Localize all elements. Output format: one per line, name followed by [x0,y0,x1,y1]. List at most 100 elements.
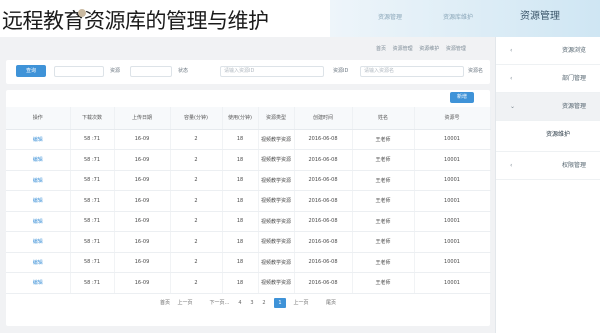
edit-link[interactable]: 编辑 [6,129,71,150]
breadcrumb-item[interactable]: 首页 [376,46,386,52]
table-cell: 16-09 [114,170,171,191]
table-cell: 16-09 [114,252,171,273]
page-number[interactable]: 2 [260,298,268,308]
last-page-link[interactable]: 尾页 [324,298,338,308]
header-tab-active[interactable]: 资源管理 [508,9,572,25]
table-cell: 10001 [414,190,491,212]
table-cell: 2016-06-08 [294,129,353,150]
sidebar-item-department[interactable]: 部门管理 ‹ [496,65,600,93]
table-row: 编辑 58 :71 16-09 2 18 视频教学资源 2016-06-08 王老师 10001 [6,211,491,232]
page-caption: 远程教育资源库的管理与维护 [2,9,269,33]
sidebar-item-browse[interactable]: 资源浏览 ‹ [496,37,600,65]
table-cell: 18 [222,149,259,171]
table-cell: 视频教学资源 [258,231,295,253]
table-cell: 58 :71 [70,252,115,273]
sidebar-item-permissions[interactable]: 权限管理 ‹ [496,152,600,180]
edit-link[interactable]: 编辑 [6,170,71,191]
column-header: 资源类型 [258,107,295,130]
table-cell: 2016-06-08 [294,252,353,273]
breadcrumb-item[interactable]: 资源管理 [393,46,413,52]
table-cell: 10001 [414,170,491,191]
table-cell: 王老师 [352,170,415,191]
table-header-row: 操作 下载次数 上传日期 容量(分钟) 使用(分钟) 资源类型 创建时间 姓名 … [6,107,491,130]
table-cell: 王老师 [352,252,415,273]
table-cell: 2016-06-08 [294,149,353,171]
table-cell: 18 [222,272,259,294]
table-cell: 18 [222,129,259,150]
table-cell: 2016-06-08 [294,211,353,232]
table-cell: 16-09 [114,129,171,150]
page-number-current[interactable]: 1 [274,298,286,308]
header-tab-maintenance[interactable]: 资源库维护 [428,12,488,24]
chevron-left-icon: ‹ [510,162,513,169]
table-row: 编辑 58 :71 16-09 2 18 视频教学资源 2016-06-08 王老师 10001 [6,170,491,191]
sidebar-item-label: 资源维护 [545,131,570,138]
table-row: 编辑 58 :71 16-09 2 18 视频教学资源 2016-06-08 王老师 10001 [6,129,491,150]
table-cell: 18 [222,231,259,253]
filter-input-1[interactable] [54,66,104,77]
table-cell: 10001 [414,231,491,253]
column-header: 上传日期 [114,107,171,130]
chevron-left-icon: ‹ [510,75,513,82]
edit-link[interactable]: 编辑 [6,252,71,273]
table-cell: 10001 [414,272,491,294]
page-number[interactable]: 3 [248,298,256,308]
table-cell: 18 [222,252,259,273]
page-number[interactable]: 4 [236,298,244,308]
table-cell: 58 :71 [70,190,115,212]
breadcrumb-item[interactable]: 资源维护 [419,46,439,52]
table-cell: 王老师 [352,149,415,171]
edit-link[interactable]: 编辑 [6,190,71,212]
query-button[interactable]: 查询 [16,65,46,77]
table-cell: 王老师 [352,211,415,232]
table-row: 编辑 58 :71 16-09 2 18 视频教学资源 2016-06-08 王老师 10001 [6,272,491,294]
column-header: 姓名 [352,107,415,130]
resource-id-field[interactable]: 请输入资源ID [220,66,324,77]
table-cell: 58 :71 [70,231,115,253]
table-cell: 16-09 [114,149,171,171]
sidebar-item-resources[interactable]: 资源管理 ⌄ [496,93,600,121]
filter-label: 资源名 [468,68,484,74]
table-cell: 2 [170,211,223,232]
breadcrumb-item: 资源管理 [445,46,466,52]
table-cell: 16-09 [114,231,171,253]
sidebar-subitem-maintenance[interactable]: 资源维护 [496,121,600,149]
table-cell: 2 [170,149,223,171]
column-header: 资源号 [414,107,491,130]
filter-input-2[interactable] [130,66,172,77]
sidebar-item-label: 资源管理 [561,103,586,110]
table-cell: 10001 [414,149,491,171]
edit-link[interactable]: 编辑 [6,149,71,171]
table-cell: 2 [170,272,223,294]
table-cell: 10001 [414,252,491,273]
prev-page-link[interactable]: 上一页 [176,298,194,308]
add-button[interactable]: 新增 [450,92,474,103]
table-cell: 视频教学资源 [258,190,295,212]
table-cell: 16-09 [114,272,171,294]
first-page-link[interactable]: 首页 [158,298,172,308]
table-cell: 视频教学资源 [258,170,295,191]
resource-name-field[interactable]: 请输入资源名 [360,66,464,77]
table-cell: 王老师 [352,129,415,150]
filter-label: 资源 [110,68,121,74]
column-header: 下载次数 [70,107,115,130]
edit-link[interactable]: 编辑 [6,272,71,294]
header-tab-resource[interactable]: 资源管理 [365,12,415,24]
table-cell: 2 [170,170,223,191]
edit-link[interactable]: 编辑 [6,211,71,232]
filter-label: 资源ID [333,68,349,74]
table-cell: 视频教学资源 [258,211,295,232]
chevron-left-icon: ‹ [510,47,513,54]
column-header: 操作 [6,107,71,130]
table-row: 编辑 58 :71 16-09 2 18 视频教学资源 2016-06-08 王老师 10001 [6,149,491,171]
table-cell: 18 [222,190,259,212]
table-cell: 视频教学资源 [258,252,295,273]
table-cell: 2016-06-08 [294,190,353,212]
table-cell: 2016-06-08 [294,231,353,253]
table-cell: 2 [170,190,223,212]
chevron-down-icon: ⌄ [510,103,516,110]
edit-link[interactable]: 编辑 [6,231,71,253]
prev-page-link-2[interactable]: 上一页 [292,298,310,308]
sidebar-item-label: 权限管理 [561,162,586,169]
table-cell: 18 [222,170,259,191]
